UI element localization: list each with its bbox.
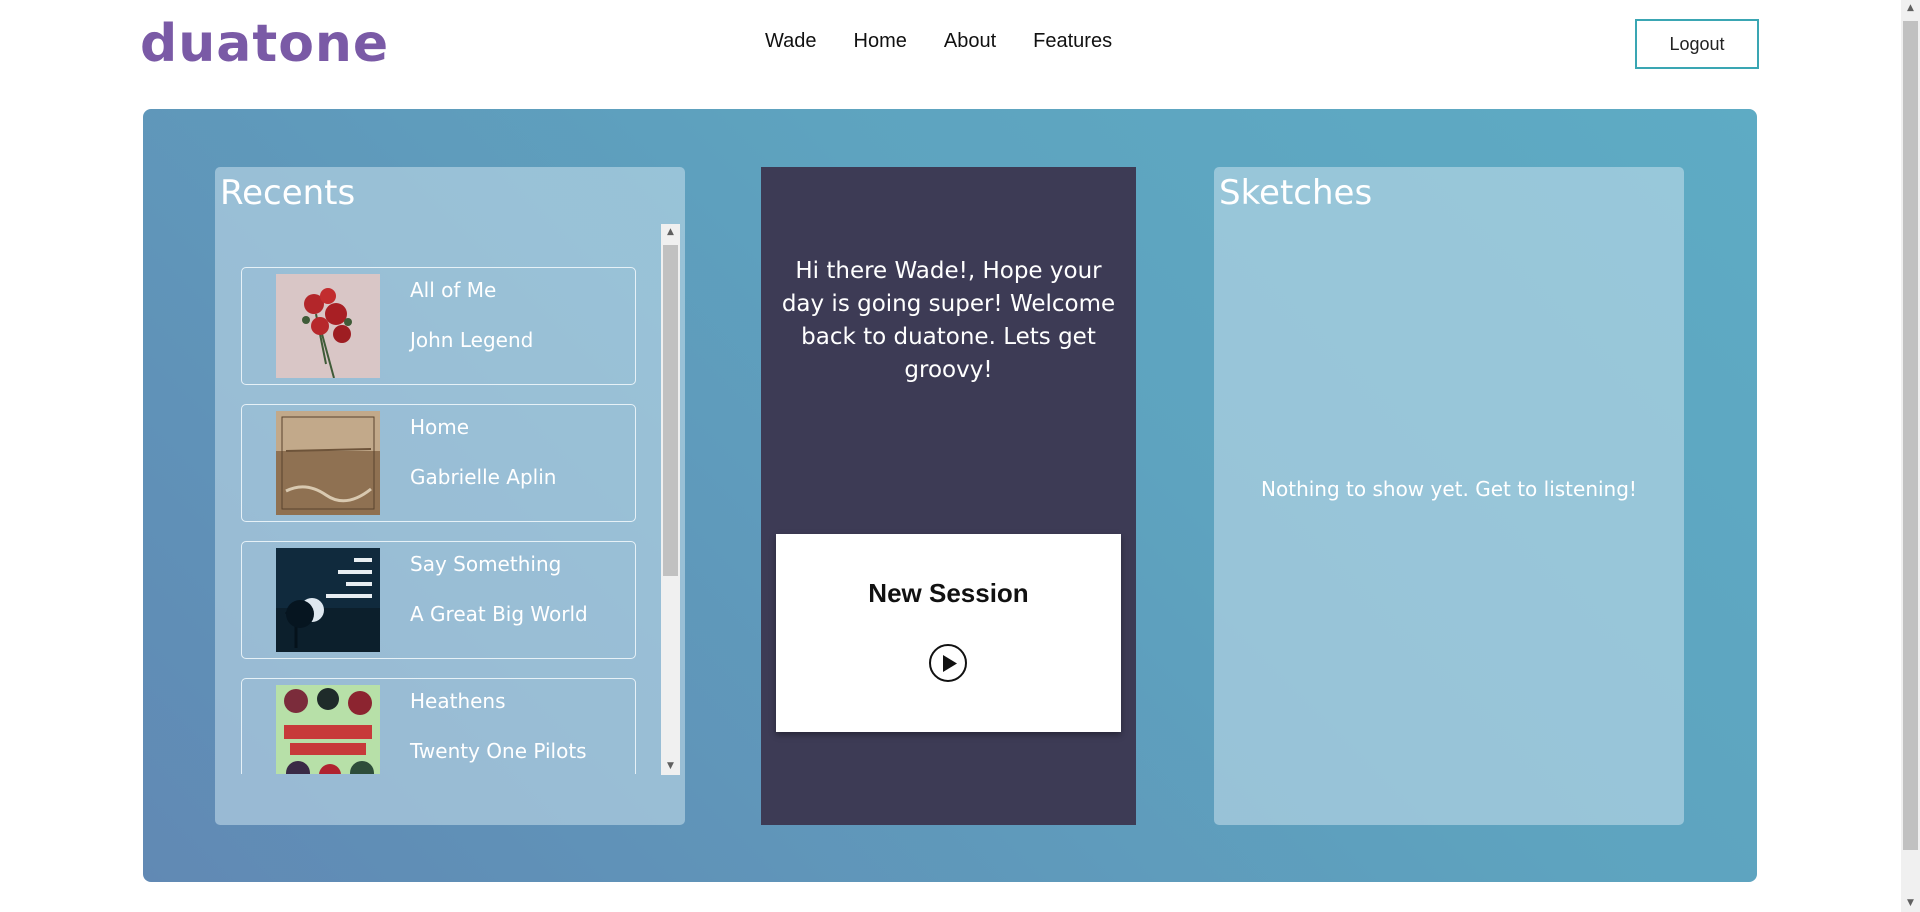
night-tree-album-art <box>276 548 380 652</box>
song-title: All of Me <box>410 278 497 302</box>
play-button[interactable] <box>929 644 967 682</box>
recents-title: Recents <box>220 173 356 213</box>
sketches-empty-message: Nothing to show yet. Get to listening! <box>1261 477 1637 501</box>
song-title: Home <box>410 415 470 439</box>
page-scroll-down-icon[interactable]: ▼ <box>1901 895 1920 912</box>
nav-item-about[interactable]: About <box>944 30 996 53</box>
recent-song-card[interactable]: All of Me John Legend <box>241 267 636 385</box>
recents-scrollbar[interactable]: ▲ ▼ <box>661 224 680 775</box>
page-scrollbar[interactable]: ▲ ▼ <box>1901 0 1920 912</box>
logout-button[interactable]: Logout <box>1635 19 1759 69</box>
play-icon <box>943 655 957 672</box>
song-artist: John Legend <box>410 328 534 352</box>
page-scroll-thumb[interactable] <box>1903 21 1918 850</box>
song-artist: Gabrielle Aplin <box>410 465 557 489</box>
recent-song-card[interactable]: Heathens Twenty One Pilots <box>241 678 636 774</box>
sketches-panel: Sketches Nothing to show yet. Get to lis… <box>1214 167 1684 825</box>
roses-album-art <box>276 274 380 378</box>
new-session-card[interactable]: New Session <box>776 534 1121 732</box>
scroll-thumb[interactable] <box>663 245 678 576</box>
welcome-message: Hi there Wade!, Hope your day is going s… <box>781 258 1116 383</box>
sepia-album-art <box>276 411 380 515</box>
song-artist: Twenty One Pilots <box>410 739 587 763</box>
song-title: Heathens <box>410 689 506 713</box>
page-scroll-up-icon[interactable]: ▲ <box>1901 0 1920 17</box>
duatone-logo[interactable]: duatone <box>140 14 389 74</box>
top-nav: Wade Home About Features <box>765 30 1112 53</box>
page: duatone Wade Home About Features Logout … <box>0 0 1920 912</box>
sketches-title: Sketches <box>1219 173 1373 213</box>
song-artist: A Great Big World <box>410 602 588 626</box>
scroll-down-arrow-icon[interactable]: ▼ <box>661 758 680 775</box>
song-title: Say Something <box>410 552 562 576</box>
recents-panel: Recents All of Me John Legend Home Gabri… <box>215 167 685 825</box>
recents-list[interactable]: All of Me John Legend Home Gabrielle Apl… <box>241 224 676 774</box>
nav-item-wade[interactable]: Wade <box>765 30 817 53</box>
nav-item-features[interactable]: Features <box>1033 30 1112 53</box>
dashboard-main: Recents All of Me John Legend Home Gabri… <box>143 109 1757 882</box>
suicide-squad-album-art <box>276 685 380 774</box>
new-session-title: New Session <box>868 578 1029 608</box>
scroll-up-arrow-icon[interactable]: ▲ <box>661 224 680 241</box>
welcome-panel: Hi there Wade!, Hope your day is going s… <box>761 167 1136 825</box>
recent-song-card[interactable]: Say Something A Great Big World <box>241 541 636 659</box>
recent-song-card[interactable]: Home Gabrielle Aplin <box>241 404 636 522</box>
nav-item-home[interactable]: Home <box>854 30 907 53</box>
